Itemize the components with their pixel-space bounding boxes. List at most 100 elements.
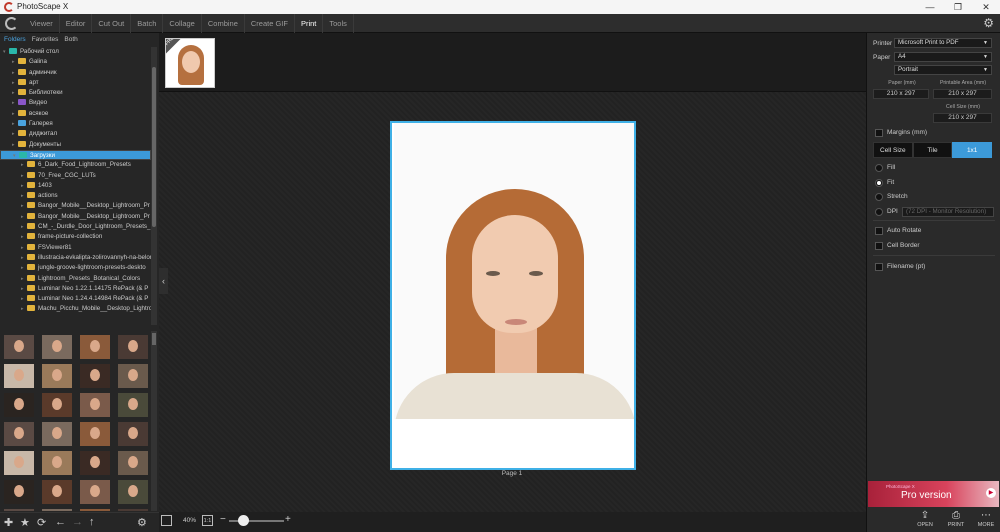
photo-thumbnail[interactable] (4, 480, 34, 504)
filename-checkbox[interactable] (875, 263, 883, 271)
photo-thumbnail[interactable] (80, 393, 110, 417)
filmstrip-thumbnail[interactable]: PRO (165, 38, 215, 88)
tree-item[interactable]: ▸ 1403 (0, 181, 151, 191)
refresh-icon[interactable]: ⟳ (37, 516, 46, 529)
photo-thumbnail[interactable] (42, 480, 72, 504)
tab-print[interactable]: Print (295, 14, 324, 33)
tab-1x1[interactable]: 1x1 (952, 142, 993, 158)
tab-editor[interactable]: Editor (60, 14, 93, 33)
tab-create-gif[interactable]: Create GIF (245, 14, 295, 33)
tree-scrollbar[interactable] (151, 47, 157, 325)
tree-item[interactable]: ▸ админчик (0, 68, 151, 78)
tab-collage[interactable]: Collage (163, 14, 202, 33)
photo-thumbnail[interactable] (118, 393, 148, 417)
fit-view-icon[interactable] (161, 515, 172, 526)
tree-item[interactable]: ▸ 6_Dark_Food_Lightroom_Presets (0, 160, 151, 170)
grid-scrollbar[interactable] (151, 331, 157, 511)
tree-item[interactable]: ▸ Bangor_Mobile__Desktop_Lightroom_Pr (0, 212, 151, 222)
tree-item[interactable]: ▸ Документы (0, 140, 151, 150)
tab-favorites[interactable]: Favorites (32, 33, 59, 47)
tree-item[interactable]: ▸ frame-picture-collection (0, 232, 151, 242)
photo-thumbnail[interactable] (42, 422, 72, 446)
minimize-button[interactable]: — (916, 0, 944, 14)
maximize-button[interactable]: ❐ (944, 0, 972, 14)
tab-cut-out[interactable]: Cut Out (92, 14, 132, 33)
tree-settings-gear-icon[interactable]: ⚙ (137, 516, 147, 529)
photo-thumbnail[interactable] (118, 480, 148, 504)
pro-version-banner[interactable]: PhotoScape X Pro version ▶ (868, 481, 999, 507)
photo-thumbnail[interactable] (42, 335, 72, 359)
add-icon[interactable]: ✚ (4, 516, 13, 529)
photo-thumbnail[interactable] (4, 335, 34, 359)
zoom-in-button[interactable]: + (285, 514, 291, 525)
tree-item[interactable]: ▸ арт (0, 78, 151, 88)
tree-item[interactable]: ▸ Библиотеки (0, 88, 151, 98)
back-arrow-icon[interactable]: ← (55, 516, 66, 528)
tab-batch[interactable]: Batch (131, 14, 164, 33)
photo-thumbnail[interactable] (4, 364, 34, 388)
collapse-panel-button[interactable]: ‹ (159, 268, 168, 294)
stretch-radio[interactable] (875, 193, 883, 201)
photo-thumbnail[interactable] (80, 364, 110, 388)
photo-thumbnail[interactable] (42, 451, 72, 475)
tab-tools[interactable]: Tools (323, 14, 354, 33)
photo-thumbnail[interactable] (80, 451, 110, 475)
zoom-slider-handle[interactable] (237, 515, 249, 526)
photo-thumbnail[interactable] (118, 509, 148, 511)
tab-viewer[interactable]: Viewer (24, 14, 60, 33)
home-icon[interactable] (5, 17, 18, 30)
tab-both[interactable]: Both (64, 33, 77, 47)
tab-cell-size[interactable]: Cell Size (873, 142, 913, 158)
photo-thumbnail[interactable] (42, 364, 72, 388)
tab-folders[interactable]: Folders (4, 33, 26, 47)
tree-item[interactable]: ▸ CM_-_Durdle_Door_Lightroom_Presets_ (0, 222, 151, 232)
tree-item[interactable]: ▸ illustracia-evkalipta-zolirovannyh-na-b… (0, 253, 151, 263)
fill-radio[interactable] (875, 164, 883, 172)
print-button[interactable]: ⎙ PRINT (942, 510, 970, 528)
tab-combine[interactable]: Combine (202, 14, 245, 33)
tab-tile[interactable]: Tile (912, 142, 953, 158)
photo-thumbnail[interactable] (80, 480, 110, 504)
photo-thumbnail[interactable] (118, 451, 148, 475)
tree-item[interactable]: ▸ диджитал (0, 129, 151, 139)
photo-thumbnail[interactable] (4, 393, 34, 417)
actual-size-button[interactable]: 1:1 (202, 515, 213, 526)
photo-thumbnail[interactable] (42, 509, 72, 511)
star-icon[interactable]: ★ (20, 516, 30, 529)
forward-arrow-icon[interactable]: → (72, 516, 83, 528)
tree-item[interactable]: ▸ Lightroom_Presets_Botanical_Colors (0, 274, 151, 284)
tree-item[interactable]: ▸ Галерея (0, 119, 151, 129)
more-button[interactable]: ⋯ MORE (972, 510, 1000, 528)
tree-item[interactable]: ▸ 70_Free_CGC_LUTs (0, 171, 151, 181)
paper-select[interactable]: A4 ▼ (894, 52, 992, 62)
grid-scroll-thumb[interactable] (152, 333, 156, 345)
open-button[interactable]: ⇪ OPEN (911, 510, 939, 528)
up-arrow-icon[interactable]: ↑ (89, 516, 95, 528)
fit-radio[interactable] (875, 179, 883, 187)
auto-rotate-checkbox[interactable] (875, 227, 883, 235)
dpi-select[interactable]: (72 DPI - Monitor Resolution) (902, 207, 994, 217)
tree-item[interactable]: ▸ Luminar Neo 1.22.1.14175 RePack (& P (0, 284, 151, 294)
tree-item[interactable]: ▸ Видео (0, 98, 151, 108)
tree-item[interactable]: ▸ Machu_Picchu_Mobile__Desktop_Lightro (0, 304, 151, 314)
photo-thumbnail[interactable] (118, 335, 148, 359)
photo-thumbnail[interactable] (4, 422, 34, 446)
settings-gear-icon[interactable]: ⚙ (983, 16, 994, 30)
tree-item[interactable]: ▸ всякое (0, 109, 151, 119)
photo-thumbnail[interactable] (4, 451, 34, 475)
dpi-radio[interactable] (875, 208, 883, 216)
tree-scroll-thumb[interactable] (152, 67, 156, 227)
tree-item[interactable]: ▾ Рабочий стол (0, 47, 151, 57)
photo-thumbnail[interactable] (42, 393, 72, 417)
tree-item[interactable]: ▸ FSViewer81 (0, 243, 151, 253)
tree-item[interactable]: ▾ Загрузки (0, 149, 151, 161)
photo-thumbnail[interactable] (4, 509, 34, 511)
tree-item[interactable]: ▸ Bangor_Mobile__Desktop_Lightroom_Pr (0, 201, 151, 211)
printer-select[interactable]: Microsoft Print to PDF ▼ (894, 38, 992, 48)
zoom-out-button[interactable]: − (220, 514, 226, 525)
tree-item[interactable]: ▸ jungle-groove-lightroom-presets-deskto (0, 263, 151, 273)
orientation-select[interactable]: Portrait ▼ (894, 65, 992, 75)
margins-checkbox[interactable] (875, 129, 883, 137)
photo-thumbnail[interactable] (118, 364, 148, 388)
print-page[interactable] (390, 121, 636, 470)
